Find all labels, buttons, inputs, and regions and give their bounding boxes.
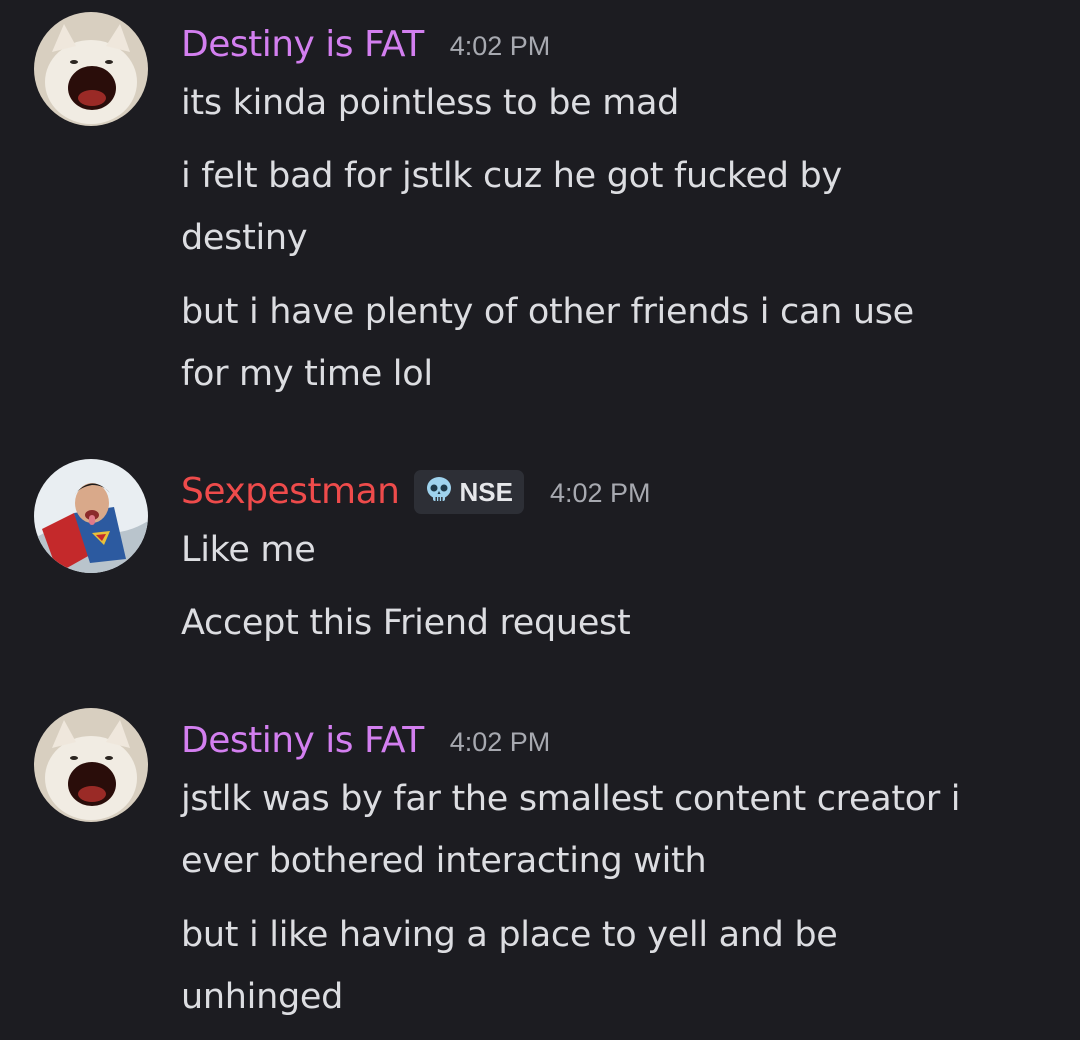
message-text: Accept this Friend request <box>181 603 631 643</box>
message-header: Destiny is FAT 4:02 PM <box>181 715 550 765</box>
message-header: Sexpestman NSE 4:02 PM <box>181 466 651 516</box>
username[interactable]: Destiny is FAT <box>181 24 424 65</box>
message-text: Like me <box>181 530 316 570</box>
timestamp: 4:02 PM <box>449 726 551 757</box>
message-header: Destiny is FAT 4:02 PM <box>181 19 550 69</box>
message-text: ever bothered interacting with <box>181 841 707 881</box>
message-text: unhinged <box>181 977 344 1017</box>
message-text: i felt bad for jstlk cuz he got fucked b… <box>181 156 842 196</box>
superman-avatar[interactable] <box>34 459 148 573</box>
screaming-cat-avatar[interactable] <box>34 12 148 126</box>
chat-message-list: Destiny is FAT 4:02 PM its kinda pointle… <box>0 0 1080 1040</box>
username[interactable]: Sexpestman <box>181 471 400 512</box>
server-tag[interactable]: NSE <box>413 470 524 514</box>
message-text: its kinda pointless to be mad <box>181 83 680 123</box>
message-text: for my time lol <box>181 354 433 394</box>
message-text: destiny <box>181 218 308 258</box>
screaming-cat-avatar[interactable] <box>34 708 148 822</box>
username[interactable]: Destiny is FAT <box>181 720 424 761</box>
message-text: jstlk was by far the smallest content cr… <box>181 779 961 819</box>
timestamp: 4:02 PM <box>549 477 651 508</box>
message-text: but i like having a place to yell and be <box>181 915 838 955</box>
tag-label: NSE <box>459 476 513 507</box>
timestamp: 4:02 PM <box>449 30 551 61</box>
message-text: but i have plenty of other friends i can… <box>181 292 914 332</box>
skull-icon <box>424 475 454 509</box>
